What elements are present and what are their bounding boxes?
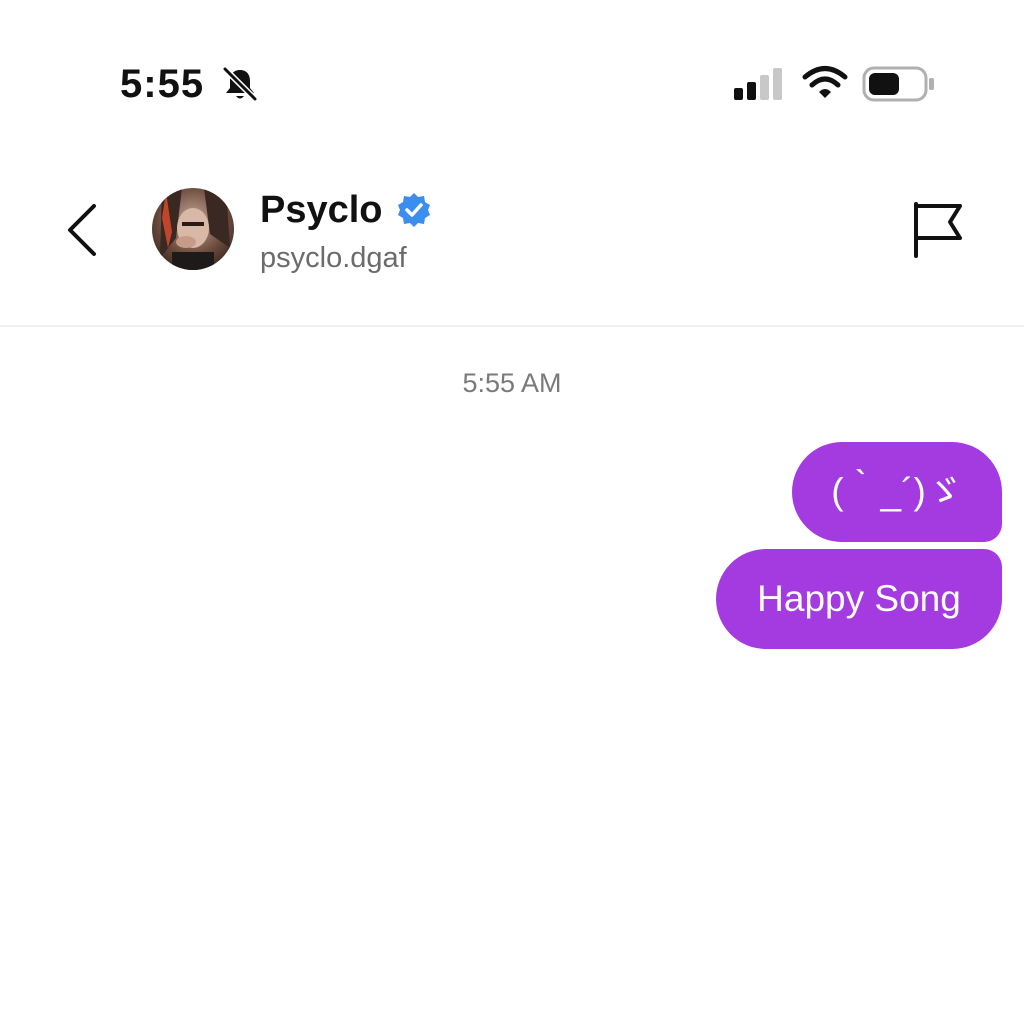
contact-name: Psyclo xyxy=(260,189,383,231)
flag-icon xyxy=(914,202,962,258)
avatar-image xyxy=(152,188,234,270)
status-time: 5:55 xyxy=(120,62,205,106)
bell-muted-icon xyxy=(222,66,258,102)
contact-handle: psyclo.dgaf xyxy=(260,242,407,274)
chat-screen: 5:55 Psyclo psyclo.dgaf 5:55 AM (｀_´)ゞ H… xyxy=(0,0,1024,1024)
cellular-signal-icon xyxy=(734,68,782,100)
avatar[interactable] xyxy=(152,188,234,270)
message-timestamp: 5:55 AM xyxy=(462,368,562,398)
report-flag-button[interactable] xyxy=(908,198,968,262)
chevron-left-icon xyxy=(68,204,96,256)
contact-name-row[interactable]: Psyclo xyxy=(260,186,433,234)
message-bubble-outgoing[interactable]: Happy Song xyxy=(716,549,1002,649)
battery-icon xyxy=(862,66,934,102)
back-button[interactable] xyxy=(56,198,106,262)
message-bubble-outgoing[interactable]: (｀_´)ゞ xyxy=(792,442,1002,542)
wifi-icon xyxy=(802,66,848,98)
header-divider xyxy=(0,325,1024,327)
verified-badge-icon xyxy=(397,193,430,227)
